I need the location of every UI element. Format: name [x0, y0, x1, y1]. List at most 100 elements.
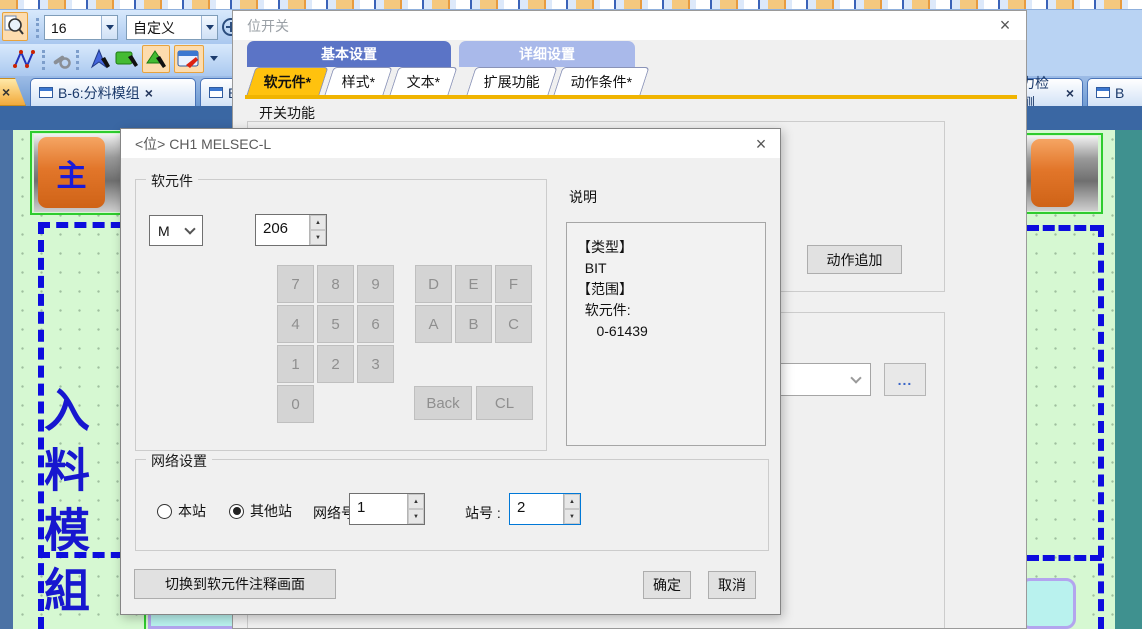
keypad-key-0[interactable]: 0 — [277, 385, 314, 423]
screen-tab-active-partial[interactable]: × — [0, 78, 26, 106]
spin-down-icon[interactable]: ▼ — [310, 230, 326, 245]
device-number-spinner[interactable]: 206 ▲ ▼ — [255, 214, 327, 246]
device-group-label: 软元件 — [146, 171, 198, 191]
keypad-key-b[interactable]: B — [455, 305, 492, 343]
network-no-spinner[interactable]: 1 ▲ ▼ — [349, 493, 425, 525]
radio-icon — [229, 504, 244, 519]
keypad-key-9[interactable]: 9 — [357, 265, 394, 303]
settings-tool-icon[interactable] — [50, 48, 72, 70]
tab-text[interactable]: 文本* — [389, 67, 458, 95]
description-line: BIT — [577, 258, 765, 279]
keypad-key-4[interactable]: 4 — [277, 305, 314, 343]
keypad-key-2[interactable]: 2 — [317, 345, 354, 383]
station-no-value: 2 — [510, 494, 563, 524]
chevron-down-icon — [184, 223, 195, 234]
screen-icon — [39, 87, 53, 98]
main-screen-switch[interactable]: 主 — [34, 134, 129, 212]
keypad-clear-button[interactable]: CL — [476, 386, 533, 420]
keypad-key-5[interactable]: 5 — [317, 305, 354, 343]
station-no-spinner[interactable]: 2 ▲ ▼ — [509, 493, 581, 525]
magnifier-icon — [3, 13, 25, 37]
spin-up-icon[interactable]: ▲ — [408, 494, 424, 509]
network-group-label: 网络设置 — [146, 451, 212, 471]
tab-close-icon[interactable]: × — [2, 84, 10, 100]
keypad-key-f[interactable]: F — [495, 265, 532, 303]
design-canvas-right[interactable] — [1027, 130, 1115, 629]
keypad-key-6[interactable]: 6 — [357, 305, 394, 343]
spin-up-icon[interactable]: ▲ — [564, 494, 580, 509]
tab-group-detail: 详细设置 — [459, 41, 635, 67]
spin-down-icon[interactable]: ▼ — [408, 509, 424, 524]
switch-function-label: 开关功能 — [259, 103, 315, 123]
canvas-lamp-object[interactable] — [1020, 578, 1076, 629]
device-comment-button[interactable]: 切换到软元件注释画面 — [134, 569, 336, 599]
radio-other-station[interactable]: 其他站 — [229, 501, 292, 521]
close-icon[interactable]: × — [748, 132, 774, 156]
screen-switch-object[interactable] — [1027, 136, 1098, 211]
dialog-title-bar[interactable]: <位> CH1 MELSEC-L — [121, 129, 780, 158]
font-size-value: 16 — [45, 20, 101, 36]
action-add-button[interactable]: 动作追加 — [807, 245, 902, 274]
mdi-left-edge — [0, 130, 13, 629]
keypad-key-1[interactable]: 1 — [277, 345, 314, 383]
tab-style[interactable]: 样式* — [325, 67, 394, 95]
keypad-key-8[interactable]: 8 — [317, 265, 354, 303]
style-combo[interactable]: 自定义 — [126, 15, 218, 40]
zoom-tool-button[interactable] — [2, 12, 28, 41]
keypad-key-a[interactable]: A — [415, 305, 452, 343]
keypad-key-e[interactable]: E — [455, 265, 492, 303]
keypad-key-3[interactable]: 3 — [357, 345, 394, 383]
description-line: 【类型】 — [577, 237, 765, 258]
screen-icon — [1096, 87, 1110, 98]
area-dashed-border — [1027, 225, 1102, 231]
polyline-tool-icon[interactable] — [12, 48, 36, 70]
toolbar-row-zoom: 16 自定义 — [0, 10, 232, 44]
network-no-value: 1 — [350, 494, 407, 524]
chevron-down-icon — [850, 372, 861, 383]
ok-button[interactable]: 确定 — [643, 571, 691, 599]
select-arrow-icon[interactable] — [86, 47, 112, 71]
radio-local-station[interactable]: 本站 — [157, 501, 206, 521]
toolbar-grip — [36, 18, 39, 38]
select-figure-icon — [143, 47, 169, 71]
keypad-key-7[interactable]: 7 — [277, 265, 314, 303]
screen-tab-right-2[interactable]: B — [1087, 78, 1142, 106]
screen-tab-b6[interactable]: B-6:分料模组 × — [30, 78, 196, 106]
device-type-combobox[interactable]: M — [149, 215, 203, 246]
style-dropdown[interactable] — [201, 16, 217, 39]
tab-close-icon[interactable]: × — [145, 85, 153, 101]
keypad-key-d[interactable]: D — [415, 265, 452, 303]
font-size-combo[interactable]: 16 — [44, 15, 118, 40]
spin-up-icon[interactable]: ▲ — [310, 215, 326, 230]
tab-close-icon[interactable]: × — [1066, 85, 1074, 101]
toolbar-row-edit — [0, 44, 232, 76]
tab-extended[interactable]: 扩展功能 — [466, 67, 557, 95]
tab-device[interactable]: 软元件* — [246, 67, 329, 95]
keypad-key-c[interactable]: C — [495, 305, 532, 343]
browse-button[interactable]: ... — [884, 363, 926, 396]
tab-group-basic: 基本设置 — [247, 41, 451, 67]
main-button-label: 主 — [57, 151, 87, 195]
open-screen-button[interactable] — [174, 45, 204, 73]
spin-down-icon[interactable]: ▼ — [564, 509, 580, 524]
select-figure-button[interactable] — [142, 45, 170, 73]
close-icon[interactable]: × — [992, 13, 1018, 37]
screen-jump-icon — [176, 47, 203, 71]
radio-icon — [157, 504, 172, 519]
canvas-vertical-text[interactable]: 入料模組 — [35, 386, 93, 626]
font-size-dropdown[interactable] — [101, 16, 117, 39]
cancel-button[interactable]: 取消 — [708, 571, 756, 599]
radio-label: 其他站 — [250, 501, 292, 521]
toolbar-icon-strip[interactable] — [0, 0, 1142, 10]
toolbar-grip — [76, 50, 79, 70]
screen-tab-label: B-6:分料模组 — [58, 83, 140, 103]
keypad-back-button[interactable]: Back — [414, 386, 472, 420]
chevron-down-icon — [106, 25, 114, 30]
description-line: 【范围】 — [577, 279, 765, 300]
toolbar-grip — [42, 50, 45, 70]
dialog-title-bar[interactable]: 位开关 — [233, 11, 1026, 40]
toolbar-overflow-icon[interactable] — [210, 56, 218, 61]
select-object-icon[interactable] — [114, 47, 140, 71]
tab-action-condition[interactable]: 动作条件* — [553, 67, 650, 95]
style-value: 自定义 — [127, 18, 201, 38]
